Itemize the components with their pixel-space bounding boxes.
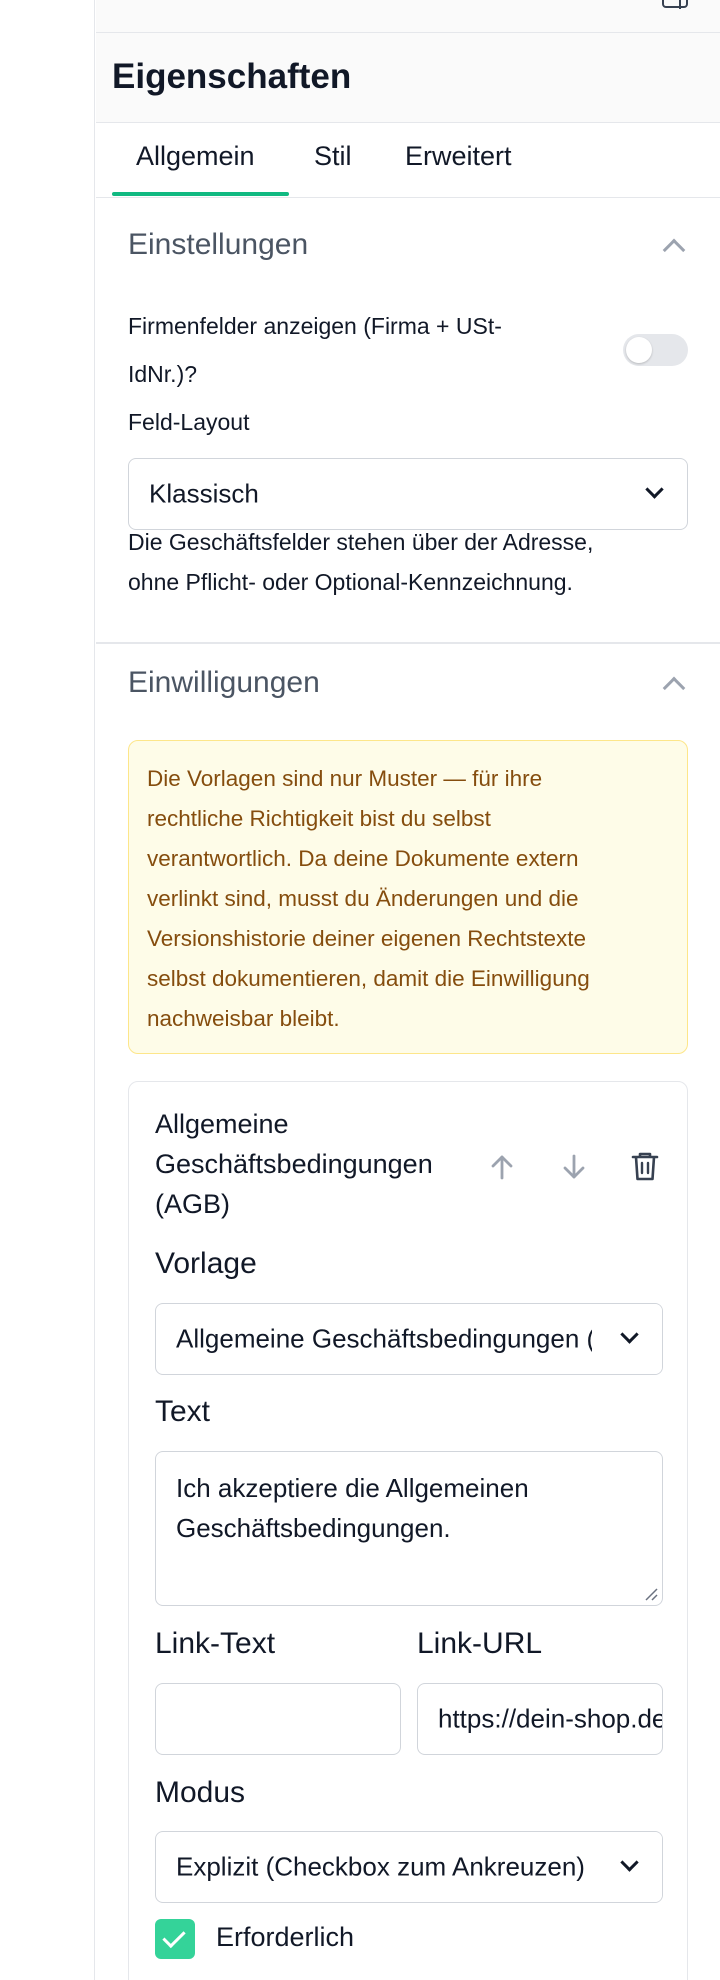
company-fields-label: Firmenfelder anzeigen (Firma + USt-	[128, 313, 502, 339]
panel-layout-icon[interactable]	[662, 0, 688, 9]
required-label[interactable]: Erforderlich	[216, 1922, 354, 1953]
notice-line: Die Vorlagen sind nur Muster — für ihre	[147, 766, 543, 791]
tab-bar: Allgemein Stil Erweitert	[96, 123, 720, 198]
arrow-up-icon[interactable]	[487, 1152, 517, 1182]
mode-select[interactable]: Explizit (Checkbox zum Ankreuzen)	[155, 1831, 663, 1903]
consent-title-line: (AGB)	[155, 1189, 231, 1219]
notice-line: nachweisbar bleibt.	[147, 1006, 340, 1031]
link-url-value: https://dein-shop.de/agb	[438, 1703, 662, 1734]
toggle-knob	[626, 337, 652, 363]
trash-icon[interactable]	[630, 1150, 660, 1182]
consent-text-line: Geschäftsbedingungen.	[176, 1513, 451, 1543]
consent-title-line: Allgemeine	[155, 1109, 289, 1139]
notice-line: rechtliche Richtigkeit bist du selbst	[147, 806, 491, 831]
notice-line: verantwortlich. Da deine Dokumente exter…	[147, 846, 579, 871]
layout-select[interactable]: Klassisch	[128, 458, 688, 530]
consent-item-title: Allgemeine Geschäftsbedingungen (AGB)	[155, 1104, 485, 1224]
check-icon	[162, 1924, 186, 1949]
panel-topbar	[96, 0, 720, 33]
legal-notice: Die Vorlagen sind nur Muster — für ihre …	[128, 740, 688, 1054]
mode-label: Modus	[155, 1776, 246, 1809]
mode-select-value: Explizit (Checkbox zum Ankreuzen)	[176, 1851, 585, 1882]
left-gutter	[0, 0, 95, 1980]
link-text-input[interactable]	[155, 1683, 401, 1755]
consents-section-heading[interactable]: Einwilligungen	[128, 666, 320, 700]
consent-item-card: Allgemeine Geschäftsbedingungen (AGB) Vo…	[128, 1081, 688, 1980]
notice-line: verlinkt sind, musst du Änderungen und d…	[147, 886, 579, 911]
chevron-down-icon	[645, 480, 664, 499]
company-fields-toggle[interactable]	[623, 334, 688, 366]
template-label: Vorlage	[155, 1247, 257, 1280]
company-fields-label-cont: IdNr.)?	[128, 361, 198, 387]
link-url-label: Link-URL	[417, 1627, 543, 1660]
page-title: Eigenschaften	[112, 57, 352, 96]
resize-grip-icon[interactable]	[644, 1587, 658, 1601]
tab-allgemein[interactable]: Allgemein	[136, 141, 255, 172]
layout-help-line: ohne Pflicht- oder Optional-Kennzeichnun…	[128, 569, 573, 595]
properties-header: Eigenschaften	[96, 33, 720, 123]
link-text-label: Link-Text	[155, 1627, 276, 1660]
arrow-down-icon[interactable]	[559, 1152, 589, 1182]
consent-text-line: Ich akzeptiere die Allgemeinen	[176, 1473, 529, 1503]
tab-erweitert[interactable]: Erweitert	[405, 141, 512, 172]
required-row: Erforderlich	[155, 1919, 455, 1959]
layout-select-value: Klassisch	[149, 478, 259, 509]
chevron-up-icon[interactable]	[662, 238, 686, 262]
layout-label: Feld-Layout	[128, 409, 250, 435]
consent-title-line: Geschäftsbedingungen	[155, 1149, 433, 1179]
section-divider	[96, 642, 720, 644]
required-checkbox[interactable]	[155, 1919, 195, 1959]
consent-text-area[interactable]: Ich akzeptiere die Allgemeinen Geschäfts…	[155, 1451, 663, 1606]
link-url-input[interactable]: https://dein-shop.de/agb	[417, 1683, 663, 1755]
layout-help-line: Die Geschäftsfelder stehen über der Adre…	[128, 529, 594, 555]
properties-panel: Eigenschaften Allgemein Stil Erweitert E…	[96, 0, 720, 1980]
tab-stil[interactable]: Stil	[314, 141, 352, 172]
template-select[interactable]: Allgemeine Geschäftsbedingungen (AGB)	[155, 1303, 663, 1375]
notice-line: Versionshistorie deiner eigenen Rechtste…	[147, 926, 587, 951]
notice-line: selbst dokumentieren, damit die Einwilli…	[147, 966, 590, 991]
layout-help-text: Die Geschäftsfelder stehen über der Adre…	[128, 522, 688, 602]
template-select-value: Allgemeine Geschäftsbedingungen (AGB)	[176, 1323, 659, 1354]
chevron-up-icon[interactable]	[662, 676, 686, 700]
text-label: Text	[155, 1395, 211, 1428]
settings-section-heading[interactable]: Einstellungen	[128, 228, 308, 262]
legal-notice-text: Die Vorlagen sind nur Muster — für ihre …	[147, 759, 667, 1039]
active-tab-indicator	[112, 192, 289, 196]
